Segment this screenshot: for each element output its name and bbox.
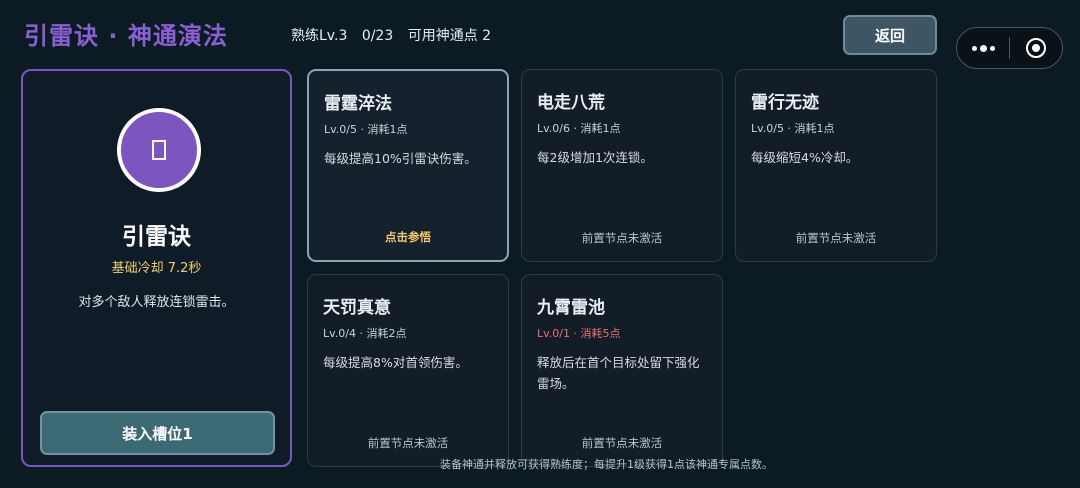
- close-icon[interactable]: [1010, 38, 1062, 58]
- available-points: 可用神通点 2: [407, 28, 492, 44]
- talent-node-1[interactable]: 雷霆淬法 Lv.0/5 · 消耗1点 每级提高10%引雷诀伤害。 点击参悟: [307, 69, 509, 262]
- more-icon[interactable]: [957, 44, 1009, 52]
- skill-panel: 引雷诀 基础冷却 7.2秒 对多个敌人释放连锁雷击。 装入槽位1: [21, 69, 292, 467]
- mini-program-capsule: [956, 27, 1063, 69]
- node-status: 前置节点未激活: [581, 436, 663, 450]
- equip-slot-button[interactable]: 装入槽位1: [40, 411, 275, 455]
- node-title: 九霄雷池: [537, 298, 605, 318]
- node-description: 每级提高8%对首领伤害。: [323, 355, 468, 370]
- skill-description: 对多个敌人释放连锁雷击。: [78, 295, 235, 310]
- node-description: 每2级增加1次连锁。: [537, 150, 653, 165]
- stats-bar: 熟练Lv.3 0/23 可用神通点 2: [291, 25, 501, 45]
- proficiency-level: 熟练Lv.3: [291, 28, 348, 44]
- talent-node-3[interactable]: 雷行无迹 Lv.0/5 · 消耗1点 每级缩短4%冷却。 前置节点未激活: [735, 69, 937, 262]
- node-title: 雷霆淬法: [324, 94, 392, 114]
- skill-cooldown: 基础冷却 7.2秒: [111, 261, 202, 276]
- node-description: 每级提高10%引雷诀伤害。: [324, 151, 477, 166]
- node-title: 电走八荒: [537, 93, 605, 113]
- talent-node-4[interactable]: 天罚真意 Lv.0/4 · 消耗2点 每级提高8%对首领伤害。 前置节点未激活: [307, 274, 509, 467]
- skill-name: 引雷诀: [122, 224, 191, 250]
- node-status: 前置节点未激活: [795, 231, 877, 245]
- node-level-cost: Lv.0/6 · 消耗1点: [537, 122, 621, 135]
- node-level-cost: Lv.0/5 · 消耗1点: [751, 122, 835, 135]
- page-title: 引雷诀 · 神通演法: [24, 22, 228, 50]
- node-level-cost: Lv.0/1 · 消耗5点: [537, 327, 621, 340]
- talent-node-2[interactable]: 电走八荒 Lv.0/6 · 消耗1点 每2级增加1次连锁。 前置节点未激活: [521, 69, 723, 262]
- node-level-cost: Lv.0/4 · 消耗2点: [323, 327, 407, 340]
- proficiency-progress: 0/23: [361, 28, 394, 44]
- node-title: 雷行无迹: [751, 93, 819, 113]
- skill-glyph-icon: [117, 108, 201, 192]
- node-title: 天罚真意: [323, 298, 391, 318]
- node-status[interactable]: 点击参悟: [309, 229, 507, 245]
- node-status: 前置节点未激活: [581, 231, 663, 245]
- talent-node-5[interactable]: 九霄雷池 Lv.0/1 · 消耗5点 释放后在首个目标处留下强化雷场。 前置节点…: [521, 274, 723, 467]
- node-description: 释放后在首个目标处留下强化雷场。: [537, 355, 700, 391]
- node-description: 每级缩短4%冷却。: [751, 150, 859, 165]
- footer-hint: 装备神通并释放可获得熟练度；每提升1级获得1点该神通专属点数。: [440, 458, 773, 471]
- node-status: 前置节点未激活: [367, 436, 449, 450]
- back-button[interactable]: 返回: [843, 15, 937, 55]
- node-level-cost: Lv.0/5 · 消耗1点: [324, 123, 408, 136]
